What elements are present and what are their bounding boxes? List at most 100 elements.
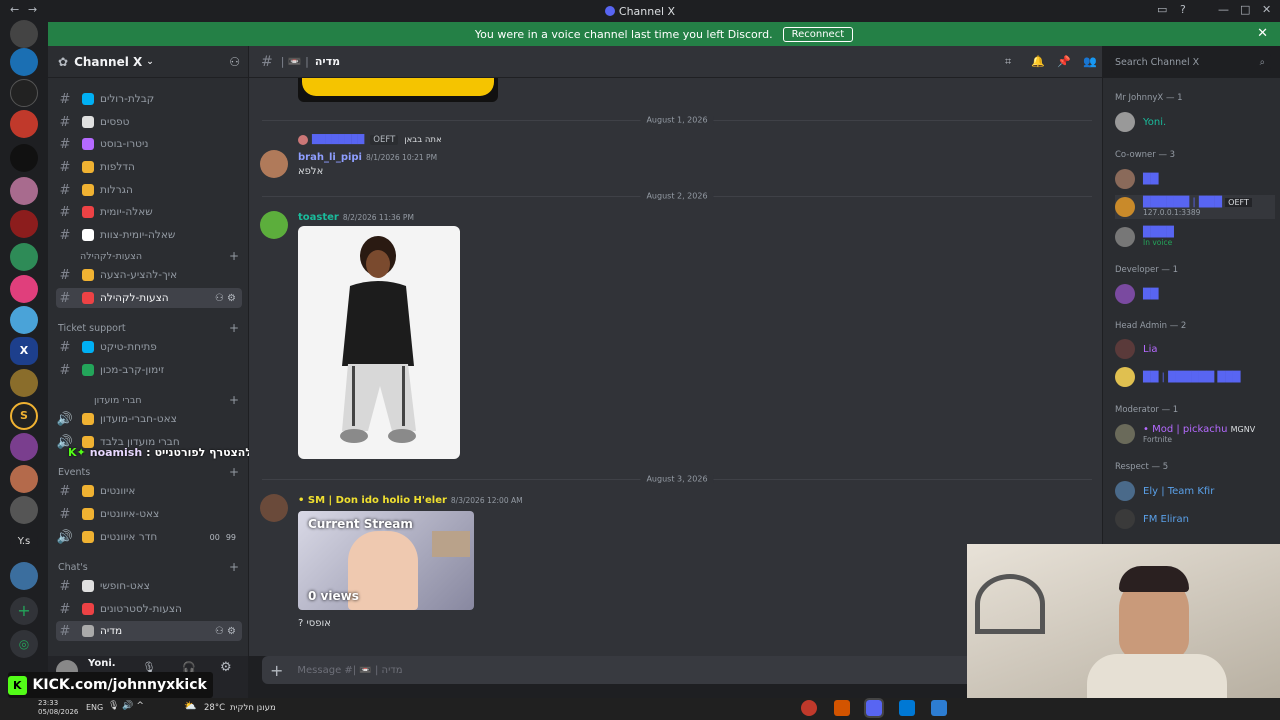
member-row[interactable]: Ely | Team Kfir — [1115, 479, 1214, 503]
add-server-icon[interactable]: + — [10, 597, 38, 625]
server-icon[interactable] — [10, 306, 38, 334]
server-icon[interactable] — [10, 48, 38, 76]
server-icon[interactable] — [10, 177, 38, 205]
member-row[interactable]: • Mod | pickachu MGNV Fortnite — [1115, 422, 1255, 446]
channel-item[interactable]: # איך-להציע-הצעה — [56, 265, 242, 285]
server-icon[interactable] — [10, 369, 38, 397]
add-channel-icon[interactable]: + — [229, 249, 239, 263]
channel-item[interactable]: # זימון-קרב-מכון — [56, 360, 242, 380]
channel-item[interactable]: # הדלפות — [56, 157, 242, 177]
channel-item[interactable]: # צאט-איוונטים — [56, 504, 242, 524]
discover-icon[interactable]: ◎ — [10, 630, 38, 658]
server-icon[interactable] — [10, 562, 38, 590]
member-row[interactable]: ████ In voice — [1115, 225, 1174, 249]
bell-icon[interactable]: 🔔 — [1031, 55, 1045, 68]
tray-icons[interactable]: 🎙 🔊 ^ — [108, 701, 144, 711]
author-name[interactable]: brah_li_pipi — [298, 152, 362, 163]
inbox-icon[interactable]: ▭ — [1157, 3, 1167, 16]
pin-icon[interactable]: 📌 — [1057, 55, 1071, 68]
author-name[interactable]: toaster — [298, 212, 339, 223]
channel-settings-icon[interactable]: ⚇ ⚙ — [215, 626, 236, 637]
reply-preview[interactable]: ████████ OEFT אתה בבאן — [298, 135, 442, 145]
discord-taskbar-icon[interactable] — [864, 698, 884, 718]
category-chats[interactable]: Chat's — [58, 562, 88, 573]
minimize-icon[interactable]: — — [1218, 3, 1229, 16]
maximize-icon[interactable]: □ — [1240, 3, 1250, 16]
invite-icon[interactable]: ⚇ — [229, 55, 240, 69]
message-author[interactable]: • SM | Don ido holio H'eler 8/3/2026 12:0… — [298, 495, 523, 506]
add-channel-icon[interactable]: + — [229, 393, 239, 407]
server-icon[interactable] — [10, 20, 38, 48]
help-icon[interactable]: ? — [1180, 3, 1186, 16]
stream-embed[interactable]: Current Stream 0 views — [298, 511, 474, 610]
category-community[interactable]: הצעות-לקהילה — [80, 251, 142, 262]
channel-item[interactable]: # איוונטים — [56, 481, 242, 501]
language-indicator[interactable]: ENG — [86, 703, 103, 712]
server-icon[interactable] — [10, 79, 38, 107]
close-window-icon[interactable]: ✕ — [1262, 3, 1271, 16]
member-row[interactable]: ██ | ██████ ███ — [1115, 365, 1241, 389]
avatar[interactable] — [260, 150, 288, 178]
channel-item[interactable]: # פתיחת-טיקט — [56, 337, 242, 357]
add-channel-icon[interactable]: + — [229, 560, 239, 574]
search-input[interactable]: Search Channel X ⌕ — [1109, 53, 1271, 71]
channel-item[interactable]: # קבלת-רולים — [56, 89, 242, 109]
taskbar-app-icon[interactable] — [834, 700, 850, 716]
avatar[interactable] — [260, 494, 288, 522]
threads-icon[interactable]: ⌗ — [1005, 55, 1011, 69]
message-author[interactable]: toaster 8/2/2026 11:36 PM — [298, 212, 414, 223]
avatar — [1115, 424, 1135, 444]
channel-item[interactable]: 🔊 חדר איוונטים 00 99 — [56, 527, 242, 547]
member-row[interactable]: ██ — [1115, 282, 1158, 306]
server-icon[interactable] — [10, 496, 38, 524]
close-icon[interactable]: ✕ — [1257, 26, 1268, 41]
server-icon[interactable]: Y.s — [10, 528, 38, 556]
member-row[interactable]: ██████ | ███ OEFT 127.0.0.1:3389 — [1115, 195, 1275, 219]
channel-item[interactable]: # שאלה-יומית — [56, 202, 242, 222]
server-icon[interactable] — [10, 243, 38, 271]
channel-x-server-icon[interactable]: X — [10, 337, 38, 365]
channel-item[interactable]: # טפסים — [56, 112, 242, 132]
channel-item[interactable]: # שאלה-יומית-צוות — [56, 225, 242, 245]
server-icon[interactable] — [10, 110, 38, 138]
channel-item[interactable]: # הצעות-לקהילה ⚇ ⚙ — [56, 288, 242, 308]
server-icon[interactable] — [10, 465, 38, 493]
category-club[interactable]: חברי מועדון — [94, 395, 142, 406]
category-events[interactable]: Events — [58, 467, 90, 478]
member-row[interactable]: Yoni. — [1115, 110, 1166, 134]
add-channel-icon[interactable]: + — [229, 465, 239, 479]
add-attachment-icon[interactable]: + — [270, 661, 283, 680]
message-text: אלפא — [298, 166, 324, 177]
member-row[interactable]: Lia — [1115, 337, 1157, 361]
server-icon[interactable] — [10, 144, 38, 172]
members-icon[interactable]: 👥 — [1083, 55, 1097, 68]
server-icon[interactable] — [10, 210, 38, 238]
channel-item[interactable]: # צאט-חופשי — [56, 576, 242, 596]
taskbar-app-icon[interactable] — [801, 700, 817, 716]
channel-item[interactable]: # ניטרו-בוסט — [56, 134, 242, 154]
hash-icon: # — [261, 53, 273, 70]
channel-settings-icon[interactable]: ⚇ ⚙ — [215, 293, 236, 304]
attachment-image[interactable] — [298, 226, 460, 459]
message-author[interactable]: brah_li_pipi 8/1/2026 10:21 PM — [298, 152, 437, 163]
channel-item[interactable]: # הצעות-לסטרטונים — [56, 599, 242, 619]
channel-item[interactable]: # הגרלות — [56, 180, 242, 200]
add-channel-icon[interactable]: + — [229, 321, 239, 335]
member-row[interactable]: ██ — [1115, 167, 1158, 191]
gear-icon[interactable]: ⚙ — [220, 660, 232, 675]
outlook-taskbar-icon[interactable] — [899, 700, 915, 716]
server-icon[interactable] — [10, 433, 38, 461]
server-header[interactable]: ✿ Channel X ⌄ ⚇ — [48, 46, 248, 78]
server-icon[interactable]: S — [10, 402, 38, 430]
channel-item[interactable]: 🔊 צאט-חברי-מועדון — [56, 409, 242, 429]
member-row[interactable]: FM Eliran — [1115, 507, 1189, 531]
channel-item[interactable]: # מדיה ⚇ ⚙ — [56, 621, 242, 641]
author-name[interactable]: • SM | Don ido holio H'eler — [298, 495, 447, 506]
attachment-image[interactable] — [298, 78, 498, 102]
hash-icon: # — [59, 267, 71, 283]
avatar[interactable] — [260, 211, 288, 239]
store-taskbar-icon[interactable] — [931, 700, 947, 716]
server-icon[interactable] — [10, 275, 38, 303]
category-ticket[interactable]: Ticket support — [58, 323, 126, 334]
reconnect-button[interactable]: Reconnect — [782, 26, 854, 42]
